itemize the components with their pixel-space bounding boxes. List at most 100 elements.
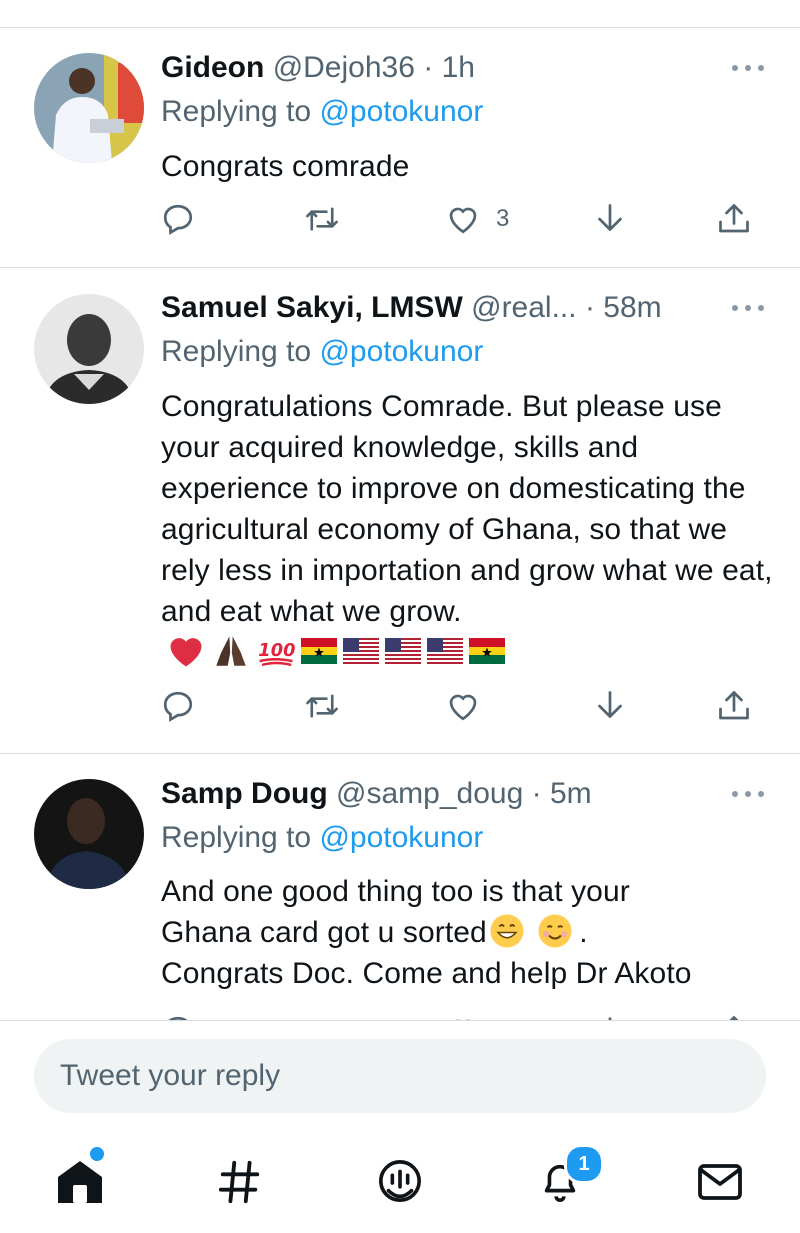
us-flag xyxy=(385,638,421,664)
user-handle[interactable]: @real... xyxy=(471,291,576,324)
share-button[interactable] xyxy=(716,681,752,731)
separator-dot: · xyxy=(423,51,434,84)
more-options-icon[interactable] xyxy=(728,774,768,814)
messages-icon xyxy=(698,1163,742,1200)
display-name[interactable]: Samuel Sakyi, LMSW xyxy=(161,291,463,324)
share-icon xyxy=(719,691,749,720)
tab-spaces[interactable] xyxy=(360,1130,440,1233)
tweet-gideon[interactable]: Gideon @Dejoh36 · 1h Replying to @potoku… xyxy=(0,28,800,268)
heart-emoji xyxy=(170,638,202,667)
display-name[interactable]: Gideon xyxy=(161,51,264,84)
reply-button[interactable] xyxy=(160,1006,196,1020)
tab-messages[interactable] xyxy=(680,1130,760,1233)
replying-mention-link[interactable]: @potokunor xyxy=(319,335,483,368)
download-button[interactable] xyxy=(592,681,628,731)
share-icon xyxy=(729,1015,739,1020)
reply-icon xyxy=(163,204,193,235)
heart-icon xyxy=(449,694,477,721)
like-button[interactable] xyxy=(444,1006,482,1020)
more-options-icon[interactable] xyxy=(728,48,768,88)
reply-button[interactable] xyxy=(160,681,196,731)
tweet-actions xyxy=(0,681,800,731)
explore-hashtag-icon xyxy=(218,1160,260,1203)
share-button[interactable] xyxy=(716,194,752,244)
notification-count-badge: 1 xyxy=(564,1144,604,1184)
replying-prefix: Replying to xyxy=(161,95,312,128)
avatar[interactable] xyxy=(34,779,144,889)
replying-prefix: Replying to xyxy=(161,335,312,368)
tab-explore[interactable] xyxy=(200,1130,280,1233)
smiling-face-emoji xyxy=(538,914,572,948)
like-button[interactable] xyxy=(444,681,482,731)
like-count: 3 xyxy=(496,205,510,232)
us-flag xyxy=(343,638,379,664)
tweet-header: Samp Doug @samp_doug · 5m xyxy=(161,774,592,814)
display-name[interactable]: Samp Doug xyxy=(161,777,328,810)
retweet-icon xyxy=(306,694,338,718)
hundred-emoji: 100 xyxy=(258,641,295,667)
tweet-text: Congrats comrade xyxy=(161,150,410,183)
timestamp[interactable]: 5m xyxy=(550,777,592,810)
tweet-body: Congratulations Comrade. But please use … xyxy=(161,386,776,673)
timestamp[interactable]: 58m xyxy=(603,291,661,324)
reply-icon xyxy=(163,691,193,722)
reply-composer-input[interactable]: Tweet your reply xyxy=(34,1039,766,1113)
replying-to-line: Replying to @potokunor xyxy=(161,818,483,858)
replying-to-line: Replying to @potokunor xyxy=(161,332,483,372)
more-options-icon[interactable] xyxy=(728,288,768,328)
tweet-header: Gideon @Dejoh36 · 1h xyxy=(161,48,475,88)
tweet-samuel[interactable]: Samuel Sakyi, LMSW @real... · 58m Replyi… xyxy=(0,268,800,754)
tweet-body: And one good thing too is that your Ghan… xyxy=(161,871,776,994)
share-button[interactable] xyxy=(716,1006,752,1020)
tweet-samp-doug[interactable]: Samp Doug @samp_doug · 5m Replying to @p… xyxy=(0,754,800,1020)
reply-placeholder: Tweet your reply xyxy=(60,1059,281,1092)
avatar[interactable] xyxy=(34,53,144,163)
home-icon xyxy=(58,1160,102,1203)
replying-mention-link[interactable]: @potokunor xyxy=(319,95,483,128)
replying-prefix: Replying to xyxy=(161,821,312,854)
emoji-row: 100 xyxy=(167,633,505,669)
separator-dot: · xyxy=(531,777,542,810)
ghana-flag xyxy=(301,638,337,664)
avatar[interactable] xyxy=(34,294,144,404)
user-handle[interactable]: @samp_doug xyxy=(336,777,523,810)
tweet-text-line: Congrats Doc. Come and help Dr Akoto xyxy=(161,957,692,990)
grinning-face-emoji xyxy=(490,914,524,948)
tab-notifications[interactable]: 1 xyxy=(520,1130,604,1233)
retweet-icon xyxy=(306,207,338,231)
home-new-indicator xyxy=(88,1145,106,1163)
download-arrow-icon xyxy=(598,691,622,718)
retweet-button[interactable] xyxy=(303,681,341,731)
tweet-actions xyxy=(0,1006,800,1020)
retweet-button[interactable] xyxy=(303,1006,341,1020)
us-flag xyxy=(427,638,463,664)
reply-button[interactable] xyxy=(160,194,196,244)
retweet-icon xyxy=(303,1013,341,1020)
timestamp[interactable]: 1h xyxy=(442,51,475,84)
share-icon xyxy=(719,204,749,233)
separator-dot: · xyxy=(584,291,595,324)
user-handle[interactable]: @Dejoh36 xyxy=(273,51,415,84)
tweet-text: Congratulations Comrade. But please use … xyxy=(161,390,773,628)
reply-icon xyxy=(168,1016,188,1020)
composer-divider xyxy=(0,1020,800,1021)
retweet-button[interactable] xyxy=(303,194,341,244)
bottom-tab-bar: 1 xyxy=(0,1130,800,1233)
ghana-flag xyxy=(469,638,505,664)
tweet-actions: 3 xyxy=(0,194,800,244)
tweet-text-line: And one good thing too is that your xyxy=(161,875,630,908)
download-arrow-icon xyxy=(598,204,622,231)
download-button[interactable] xyxy=(592,194,628,244)
tweet-text-line: Ghana card got u sorted . xyxy=(161,912,776,953)
download-arrow-icon xyxy=(608,1017,612,1020)
replying-to-line: Replying to @potokunor xyxy=(161,92,483,132)
heart-icon xyxy=(449,207,477,234)
spaces-icon xyxy=(379,1159,421,1202)
replying-mention-link[interactable]: @potokunor xyxy=(319,821,483,854)
heart-icon xyxy=(455,1019,471,1020)
download-button[interactable] xyxy=(592,1006,628,1020)
tab-home[interactable] xyxy=(40,1130,120,1233)
praying-hands-emoji xyxy=(216,636,246,666)
like-button[interactable]: 3 xyxy=(444,194,509,244)
tweet-header: Samuel Sakyi, LMSW @real... · 58m xyxy=(161,288,662,328)
